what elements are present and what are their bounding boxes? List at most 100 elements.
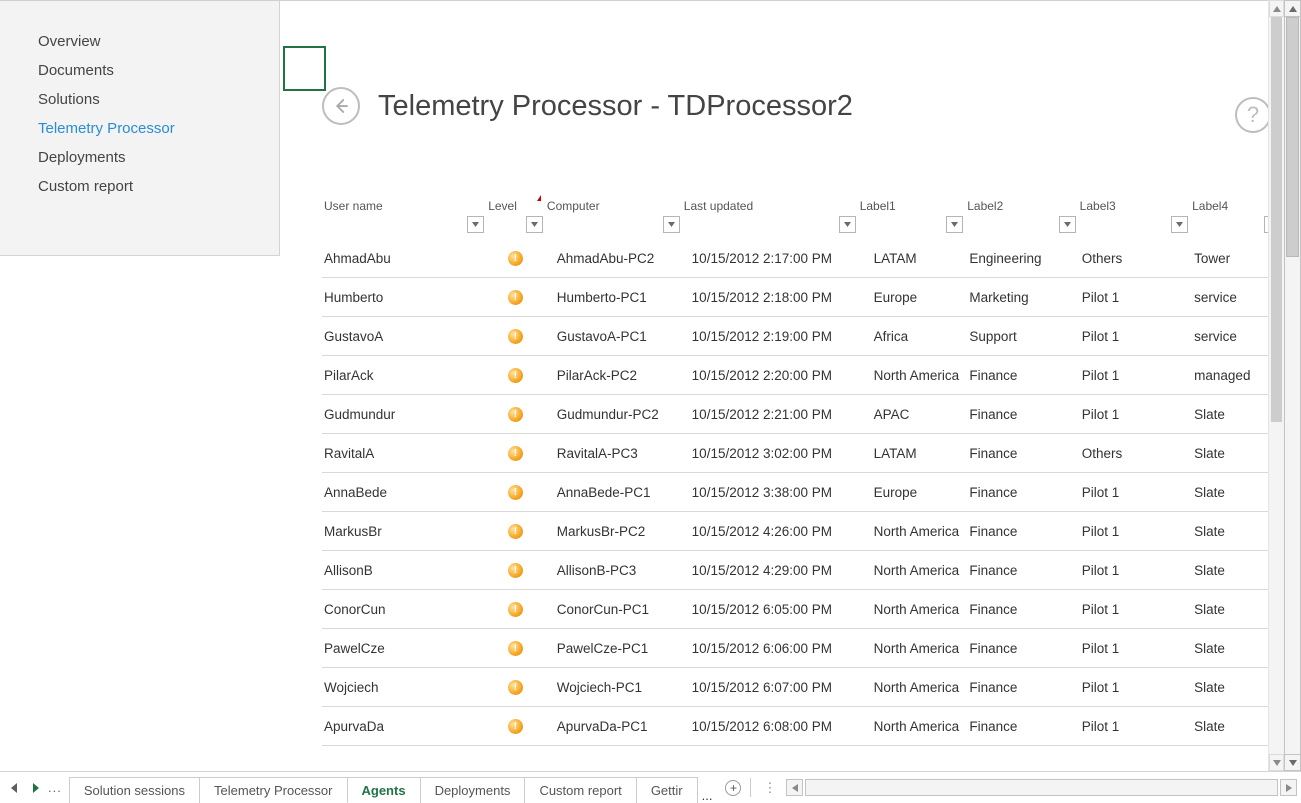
sheet-scroll-down-button[interactable] bbox=[1269, 754, 1284, 771]
sheet-tab-telemetry-processor[interactable]: Telemetry Processor bbox=[199, 777, 347, 803]
sidebar-item-solutions[interactable]: Solutions bbox=[0, 85, 279, 114]
sheet-vertical-scrollbar[interactable] bbox=[1268, 0, 1284, 771]
caret-up-icon bbox=[1289, 6, 1297, 12]
cell-last-updated: 10/15/2012 4:29:00 PM bbox=[682, 563, 858, 578]
sidebar-item-deployments[interactable]: Deployments bbox=[0, 143, 279, 172]
sidebar-item-custom-report[interactable]: Custom report bbox=[0, 172, 279, 201]
tab-nav-next[interactable] bbox=[28, 781, 42, 795]
sheet-scroll-up-button[interactable] bbox=[1269, 0, 1284, 17]
scroll-thumb[interactable] bbox=[1286, 17, 1299, 257]
cell-level: ! bbox=[486, 719, 545, 734]
help-button[interactable]: ? bbox=[1235, 97, 1271, 133]
tab-overflow-ellipsis[interactable]: ... bbox=[698, 788, 717, 803]
window-vertical-scrollbar[interactable] bbox=[1284, 0, 1301, 771]
scroll-up-button[interactable] bbox=[1284, 0, 1301, 17]
column-label: Level bbox=[488, 199, 517, 213]
column-header-last: Last updated bbox=[682, 195, 858, 235]
table-row[interactable]: Gudmundur!Gudmundur-PC210/15/2012 2:21:0… bbox=[322, 395, 1283, 434]
table-row[interactable]: AllisonB!AllisonB-PC310/15/2012 4:29:00 … bbox=[322, 551, 1283, 590]
cell-user: AnnaBede bbox=[322, 485, 486, 500]
cell-label3: Pilot 1 bbox=[1078, 485, 1190, 500]
cell-label3: Pilot 1 bbox=[1078, 602, 1190, 617]
agents-table: User nameLevelComputerLast updatedLabel1… bbox=[322, 195, 1283, 746]
cell-label3: Pilot 1 bbox=[1078, 290, 1190, 305]
caret-down-icon bbox=[1064, 222, 1071, 227]
hscroll-thumb[interactable] bbox=[806, 781, 1277, 794]
sidebar-item-telemetry-processor[interactable]: Telemetry Processor bbox=[0, 114, 279, 143]
column-label: Label4 bbox=[1192, 199, 1228, 213]
filter-button-l3[interactable] bbox=[1171, 216, 1188, 233]
cell-last-updated: 10/15/2012 2:21:00 PM bbox=[682, 407, 858, 422]
sheet-tab-custom-report[interactable]: Custom report bbox=[524, 777, 636, 803]
sheet-tab-gettir[interactable]: Gettir bbox=[636, 777, 698, 803]
hscroll-left-button[interactable] bbox=[786, 779, 803, 796]
cell-label2: Finance bbox=[965, 446, 1077, 461]
cell-level: ! bbox=[486, 407, 545, 422]
cell-user: Gudmundur bbox=[322, 407, 486, 422]
cell-label1: North America bbox=[858, 602, 966, 617]
warning-icon: ! bbox=[508, 719, 523, 734]
table-row[interactable]: GustavoA!GustavoA-PC110/15/2012 2:19:00 … bbox=[322, 317, 1283, 356]
warning-icon: ! bbox=[508, 368, 523, 383]
cell-user: Wojciech bbox=[322, 680, 486, 695]
sidebar-item-overview[interactable]: Overview bbox=[0, 27, 279, 56]
back-button[interactable] bbox=[322, 87, 360, 125]
cell-computer: RavitalA-PC3 bbox=[545, 446, 682, 461]
sheet-tab-solution-sessions[interactable]: Solution sessions bbox=[69, 777, 200, 803]
table-row[interactable]: AhmadAbu!AhmadAbu-PC210/15/2012 2:17:00 … bbox=[322, 239, 1283, 278]
table-row[interactable]: RavitalA!RavitalA-PC310/15/2012 3:02:00 … bbox=[322, 434, 1283, 473]
filter-button-l2[interactable] bbox=[1059, 216, 1076, 233]
cell-label2: Finance bbox=[965, 563, 1077, 578]
filter-button-l1[interactable] bbox=[946, 216, 963, 233]
table-row[interactable]: PilarAck!PilarAck-PC210/15/2012 2:20:00 … bbox=[322, 356, 1283, 395]
new-sheet-button[interactable]: + bbox=[722, 772, 744, 803]
cell-label3: Others bbox=[1078, 251, 1190, 266]
tab-nav-more[interactable]: ... bbox=[48, 780, 62, 795]
sheet-scroll-track[interactable] bbox=[1269, 17, 1284, 754]
warning-icon: ! bbox=[508, 251, 523, 266]
table-row[interactable]: MarkusBr!MarkusBr-PC210/15/2012 4:26:00 … bbox=[322, 512, 1283, 551]
caret-left-icon bbox=[792, 784, 798, 792]
tab-nav-prev[interactable] bbox=[8, 781, 22, 795]
sidebar-item-documents[interactable]: Documents bbox=[0, 56, 279, 85]
warning-icon: ! bbox=[508, 641, 523, 656]
filter-button-last[interactable] bbox=[839, 216, 856, 233]
hscroll-track[interactable] bbox=[805, 779, 1278, 796]
cell-label2: Finance bbox=[965, 641, 1077, 656]
filter-button-computer[interactable] bbox=[663, 216, 680, 233]
horizontal-scrollbar[interactable] bbox=[782, 772, 1301, 803]
tab-drag-handle[interactable]: ⋮ bbox=[757, 772, 782, 803]
table-row[interactable]: PawelCze!PawelCze-PC110/15/2012 6:06:00 … bbox=[322, 629, 1283, 668]
cell-level: ! bbox=[486, 446, 545, 461]
scroll-down-button[interactable] bbox=[1284, 754, 1301, 771]
warning-icon: ! bbox=[508, 446, 523, 461]
plus-icon: + bbox=[725, 780, 741, 796]
sheet-tab-deployments[interactable]: Deployments bbox=[420, 777, 526, 803]
table-row[interactable]: ConorCun!ConorCun-PC110/15/2012 6:05:00 … bbox=[322, 590, 1283, 629]
caret-down-icon bbox=[1273, 760, 1281, 766]
cell-user: PawelCze bbox=[322, 641, 486, 656]
table-row[interactable]: Wojciech!Wojciech-PC110/15/2012 6:07:00 … bbox=[322, 668, 1283, 707]
cell-label1: LATAM bbox=[858, 251, 966, 266]
cell-computer: PawelCze-PC1 bbox=[545, 641, 682, 656]
cell-label2: Finance bbox=[965, 368, 1077, 383]
column-header-l3: Label3 bbox=[1078, 195, 1190, 235]
filter-button-user[interactable] bbox=[467, 216, 484, 233]
table-row[interactable]: Humberto!Humberto-PC110/15/2012 2:18:00 … bbox=[322, 278, 1283, 317]
cell-user: ApurvaDa bbox=[322, 719, 486, 734]
table-row[interactable]: ApurvaDa!ApurvaDa-PC110/15/2012 6:08:00 … bbox=[322, 707, 1283, 746]
scroll-track[interactable] bbox=[1284, 17, 1301, 754]
filter-button-level[interactable] bbox=[526, 216, 543, 233]
cell-computer: Wojciech-PC1 bbox=[545, 680, 682, 695]
caret-up-icon bbox=[1273, 6, 1281, 12]
column-header-user: User name bbox=[322, 195, 486, 235]
sheet-tab-agents[interactable]: Agents bbox=[347, 777, 421, 803]
sort-indicator-icon bbox=[537, 195, 541, 201]
caret-down-icon bbox=[844, 222, 851, 227]
cell-label1: APAC bbox=[858, 407, 966, 422]
sheet-scroll-thumb[interactable] bbox=[1271, 17, 1282, 422]
table-row[interactable]: AnnaBede!AnnaBede-PC110/15/2012 3:38:00 … bbox=[322, 473, 1283, 512]
hscroll-right-button[interactable] bbox=[1280, 779, 1297, 796]
tab-separator bbox=[750, 778, 751, 797]
cell-computer: GustavoA-PC1 bbox=[545, 329, 682, 344]
